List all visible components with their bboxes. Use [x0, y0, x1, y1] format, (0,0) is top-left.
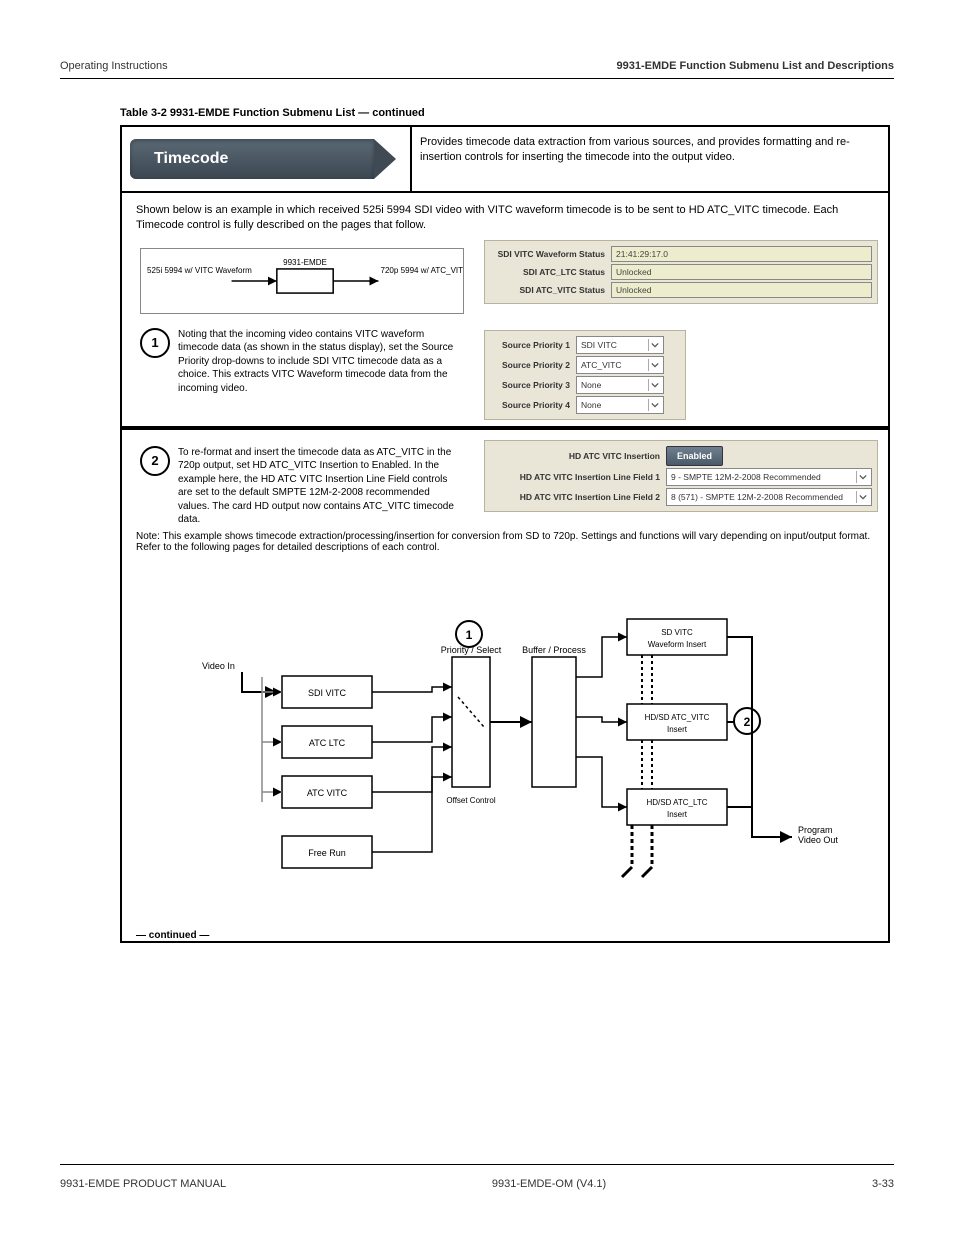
example-note: Note: This example shows timecode extrac… — [122, 527, 888, 563]
mini-box-label: 9931-EMDE — [283, 258, 327, 267]
svg-text:Insert: Insert — [667, 725, 688, 734]
timecode-flow-diagram: Video In SDI VITC ATC LTC ATC VITC Free Run… — [122, 563, 888, 926]
source-priority-panel: Source Priority 1SDI VITCSource Priority… — [484, 330, 686, 420]
example-intro: Shown below is an example in which recei… — [122, 193, 888, 234]
status-panel: SDI VITC Waveform Status21:41:29:17.0SDI… — [484, 240, 878, 304]
svg-text:HD/SD ATC_VITC: HD/SD ATC_VITC — [645, 713, 710, 722]
d-offset: Offset Control — [446, 796, 495, 805]
chevron-down-icon — [648, 359, 661, 371]
status-readout: Unlocked — [611, 282, 872, 298]
priority-select[interactable]: None — [576, 396, 664, 414]
d-step2: 2 — [744, 715, 751, 729]
page-header: Operating Instructions 9931-EMDE Functio… — [60, 60, 894, 78]
d-video-out2: Video Out — [798, 835, 838, 845]
svg-text:Insert: Insert — [667, 810, 688, 819]
priority-label: Source Priority 2 — [490, 360, 570, 370]
insertion-row: HD ATC VITC Insertion Line Field 1 9 - SM… — [490, 468, 872, 486]
status-readout: Unlocked — [611, 264, 872, 280]
insertion-label: HD ATC VITC Insertion Line Field 2 — [490, 492, 660, 502]
page-footer: 9931-EMDE PRODUCT MANUAL 9931-EMDE-OM (V… — [60, 1178, 894, 1190]
status-label: SDI ATC_VITC Status — [490, 285, 605, 295]
priority-row: Source Priority 3 None — [490, 376, 680, 394]
d-videoin: Video In — [202, 661, 235, 671]
timecode-tab[interactable]: Timecode — [130, 139, 374, 179]
chevron-down-icon — [648, 379, 661, 391]
insertion-select[interactable]: 8 (571) - SMPTE 12M-2-2008 Recommended — [666, 488, 872, 506]
mini-in-label: 525i 5994 w/ VITC Waveform — [147, 266, 252, 275]
priority-row: Source Priority 2 ATC_VITC — [490, 356, 680, 374]
header-rule — [60, 78, 894, 79]
insertion-row: HD ATC VITC Insertion Line Field 2 8 (571… — [490, 488, 872, 506]
step-2-badge: 2 — [140, 446, 170, 476]
svg-text:SDI VITC: SDI VITC — [308, 688, 347, 698]
step-1: 1 Noting that the incoming video contain… — [132, 322, 472, 396]
mini-signal-diagram: 525i 5994 w/ VITC Waveform 9931-EMDE 720… — [140, 248, 464, 314]
priority-row: Source Priority 1 SDI VITC — [490, 336, 680, 354]
priority-label: Source Priority 4 — [490, 400, 570, 410]
insertion-row: HD ATC VITC Insertion Enabled — [490, 446, 872, 466]
row-tab-header: Timecode Provides timecode data extracti… — [122, 127, 888, 193]
footer-left: 9931-EMDE PRODUCT MANUAL — [60, 1178, 226, 1190]
main-table: Timecode Provides timecode data extracti… — [120, 125, 890, 943]
priority-select[interactable]: ATC_VITC — [576, 356, 664, 374]
status-row: SDI VITC Waveform Status 21:41:29:17.0 — [490, 246, 872, 262]
chevron-down-icon — [648, 399, 661, 411]
priority-row: Source Priority 4 None — [490, 396, 680, 414]
svg-text:ATC VITC: ATC VITC — [307, 788, 348, 798]
tab-description: Provides timecode data extraction from v… — [420, 135, 880, 165]
d-video-out1: Program — [798, 825, 833, 835]
svg-text:Waveform Insert: Waveform Insert — [648, 640, 707, 649]
chevron-down-icon — [648, 339, 661, 351]
insertion-label: HD ATC VITC Insertion Line Field 1 — [490, 472, 660, 482]
header-right: 9931-EMDE Function Submenu List and Desc… — [617, 60, 894, 72]
status-readout: 21:41:29:17.0 — [611, 246, 872, 262]
priority-label: Source Priority 3 — [490, 380, 570, 390]
step-2: 2 To re-format and insert the timecode d… — [132, 440, 472, 527]
insertion-label: HD ATC VITC Insertion — [490, 451, 660, 461]
row-example: Shown below is an example in which recei… — [122, 193, 888, 941]
step-1-badge: 1 — [140, 328, 170, 358]
status-row: SDI ATC_LTC Status Unlocked — [490, 264, 872, 280]
insertion-enable-button[interactable]: Enabled — [666, 446, 723, 466]
priority-label: Source Priority 1 — [490, 340, 570, 350]
svg-text:Free Run: Free Run — [308, 848, 346, 858]
chevron-down-icon — [856, 471, 869, 483]
insertion-panel: HD ATC VITC InsertionEnabledHD ATC VITC … — [484, 440, 878, 512]
step-1-text: Noting that the incoming video contains … — [178, 328, 464, 396]
footer-rule — [60, 1164, 894, 1165]
svg-text:HD/SD ATC_LTC: HD/SD ATC_LTC — [646, 798, 707, 807]
table-caption: Table 3-2 9931-EMDE Function Submenu Lis… — [120, 107, 894, 119]
status-label: SDI ATC_LTC Status — [490, 267, 605, 277]
insertion-select[interactable]: 9 - SMPTE 12M-2-2008 Recommended — [666, 468, 872, 486]
d-step1: 1 — [466, 628, 473, 642]
priority-select[interactable]: SDI VITC — [576, 336, 664, 354]
priority-select[interactable]: None — [576, 376, 664, 394]
mini-out-label: 720p 5994 w/ ATC_VITC — [380, 266, 463, 275]
continued-label: — continued — — [122, 926, 888, 941]
footer-right: 3-33 — [872, 1178, 894, 1190]
svg-text:ATC LTC: ATC LTC — [309, 738, 346, 748]
footer-center: 9931-EMDE-OM (V4.1) — [492, 1178, 606, 1190]
svg-text:SD VITC: SD VITC — [661, 628, 693, 637]
chevron-down-icon — [856, 491, 869, 503]
status-row: SDI ATC_VITC Status Unlocked — [490, 282, 872, 298]
status-label: SDI VITC Waveform Status — [490, 249, 605, 259]
d-proc-label: Buffer / Process — [522, 645, 586, 655]
header-left: Operating Instructions — [60, 60, 168, 72]
timecode-tab-label: Timecode — [154, 150, 228, 168]
step-2-text: To re-format and insert the timecode dat… — [178, 446, 464, 527]
